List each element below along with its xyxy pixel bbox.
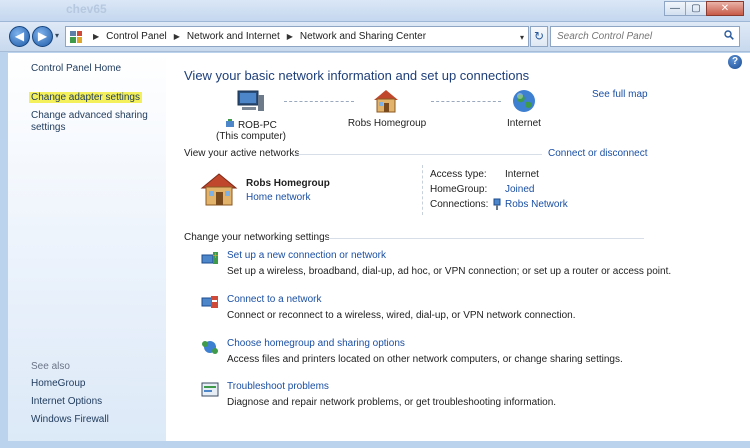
breadcrumb-network-and-sharing-center[interactable]: Network and Sharing Center bbox=[300, 31, 426, 42]
connections-label: Connections: bbox=[430, 199, 489, 210]
map-node-internet-label[interactable]: Internet bbox=[496, 118, 552, 129]
sidebar: Control Panel Home Change adapter settin… bbox=[8, 53, 166, 441]
navigation-bar: ◀ ▶ ▾ ▶ Control Panel ▶ Network and Inte… bbox=[0, 22, 750, 52]
vertical-separator bbox=[422, 165, 423, 215]
sidebar-control-panel-home[interactable]: Control Panel Home bbox=[31, 63, 121, 74]
task-connect-to-network[interactable]: Connect to a network bbox=[227, 294, 322, 305]
homegroup-sharing-icon bbox=[202, 341, 218, 354]
breadcrumb-separator[interactable]: ▶ bbox=[174, 32, 180, 41]
task-setup-new-connection-desc: Set up a wireless, broadband, dial-up, a… bbox=[227, 266, 672, 277]
map-node-computer: ROB-PC (This computer) bbox=[211, 118, 291, 142]
sidebar-change-advanced-sharing-line2[interactable]: settings bbox=[31, 122, 65, 133]
task-troubleshoot[interactable]: Troubleshoot problems bbox=[227, 381, 329, 392]
map-node-homegroup-label[interactable]: Robs Homegroup bbox=[340, 118, 434, 129]
new-connection-icon: + bbox=[201, 251, 219, 264]
task-connect-to-network-desc: Connect or reconnect to a wireless, wire… bbox=[227, 310, 576, 321]
network-adapter-icon bbox=[226, 119, 235, 127]
task-setup-new-connection[interactable]: Set up a new connection or network bbox=[227, 250, 386, 261]
window-bottom-border bbox=[0, 441, 750, 448]
section-divider bbox=[328, 238, 644, 239]
homegroup-house-icon[interactable] bbox=[372, 88, 400, 113]
computer-icon[interactable] bbox=[236, 89, 266, 113]
back-button[interactable]: ◀ bbox=[9, 26, 30, 47]
see-also-homegroup[interactable]: HomeGroup bbox=[31, 378, 85, 389]
maximize-button[interactable]: ▢ bbox=[685, 1, 707, 16]
recent-pages-dropdown[interactable]: ▾ bbox=[55, 31, 59, 40]
task-homegroup-sharing-desc: Access files and printers located on oth… bbox=[227, 354, 623, 365]
breadcrumb-control-panel[interactable]: Control Panel bbox=[106, 31, 167, 42]
search-icon[interactable] bbox=[724, 30, 734, 40]
connect-or-disconnect-link[interactable]: Connect or disconnect bbox=[548, 148, 648, 159]
computer-sub-label: (This computer) bbox=[215, 131, 286, 142]
internet-globe-icon[interactable] bbox=[511, 88, 537, 114]
access-type-value: Internet bbox=[505, 169, 539, 180]
access-type-label: Access type: bbox=[430, 169, 487, 180]
homegroup-label: HomeGroup: bbox=[430, 184, 488, 195]
troubleshoot-icon bbox=[201, 382, 219, 397]
minimize-button[interactable]: — bbox=[664, 1, 686, 16]
task-homegroup-sharing[interactable]: Choose homegroup and sharing options bbox=[227, 338, 405, 349]
page-title: View your basic network information and … bbox=[184, 68, 530, 83]
task-troubleshoot-desc: Diagnose and repair network problems, or… bbox=[227, 397, 557, 408]
breadcrumb-separator[interactable]: ▶ bbox=[287, 32, 293, 41]
connect-network-icon bbox=[201, 296, 218, 308]
refresh-button[interactable]: ↻ bbox=[530, 26, 548, 47]
address-dropdown-icon[interactable]: ▾ bbox=[520, 33, 524, 42]
section-divider bbox=[296, 154, 542, 155]
computer-name-label: ROB-PC bbox=[237, 120, 277, 131]
homegroup-joined-link[interactable]: Joined bbox=[505, 184, 534, 195]
window-title: chev65 bbox=[66, 2, 107, 16]
computer-name[interactable]: ROB-PC bbox=[211, 118, 291, 131]
search-box[interactable] bbox=[550, 26, 740, 47]
ethernet-icon bbox=[493, 198, 501, 210]
network-type-link[interactable]: Home network bbox=[246, 192, 310, 203]
forward-button[interactable]: ▶ bbox=[32, 26, 53, 47]
main-content: ? View your basic network information an… bbox=[166, 53, 750, 441]
control-panel-icon bbox=[70, 30, 82, 43]
see-also-internet-options[interactable]: Internet Options bbox=[31, 396, 102, 407]
title-bar: chev65 — ▢ ✕ bbox=[0, 0, 750, 22]
highlighted-link-text: Change adapter settings bbox=[29, 92, 142, 103]
help-icon[interactable]: ? bbox=[728, 55, 742, 69]
see-also-windows-firewall[interactable]: Windows Firewall bbox=[31, 414, 109, 425]
map-connector-line bbox=[284, 101, 354, 102]
sidebar-change-adapter-settings[interactable]: Change adapter settings bbox=[29, 92, 142, 103]
see-full-map-link[interactable]: See full map bbox=[592, 89, 648, 100]
change-settings-heading: Change your networking settings bbox=[184, 232, 330, 243]
search-input[interactable] bbox=[557, 31, 717, 42]
active-networks-heading: View your active networks bbox=[184, 148, 300, 159]
close-button[interactable]: ✕ bbox=[706, 1, 744, 16]
svg-text:+: + bbox=[212, 251, 219, 260]
sidebar-change-advanced-sharing[interactable]: Change advanced sharing bbox=[31, 110, 148, 121]
see-also-heading: See also bbox=[31, 361, 70, 372]
breadcrumb-separator[interactable]: ▶ bbox=[93, 32, 99, 41]
active-network-name: Robs Homegroup bbox=[246, 178, 330, 189]
address-bar[interactable]: ▶ Control Panel ▶ Network and Internet ▶… bbox=[65, 26, 529, 47]
home-network-icon bbox=[200, 173, 238, 206]
map-connector-line bbox=[431, 101, 501, 102]
window-controls: — ▢ ✕ bbox=[664, 1, 744, 16]
breadcrumb-network-and-internet[interactable]: Network and Internet bbox=[187, 31, 280, 42]
connection-name-link[interactable]: Robs Network bbox=[505, 199, 568, 210]
